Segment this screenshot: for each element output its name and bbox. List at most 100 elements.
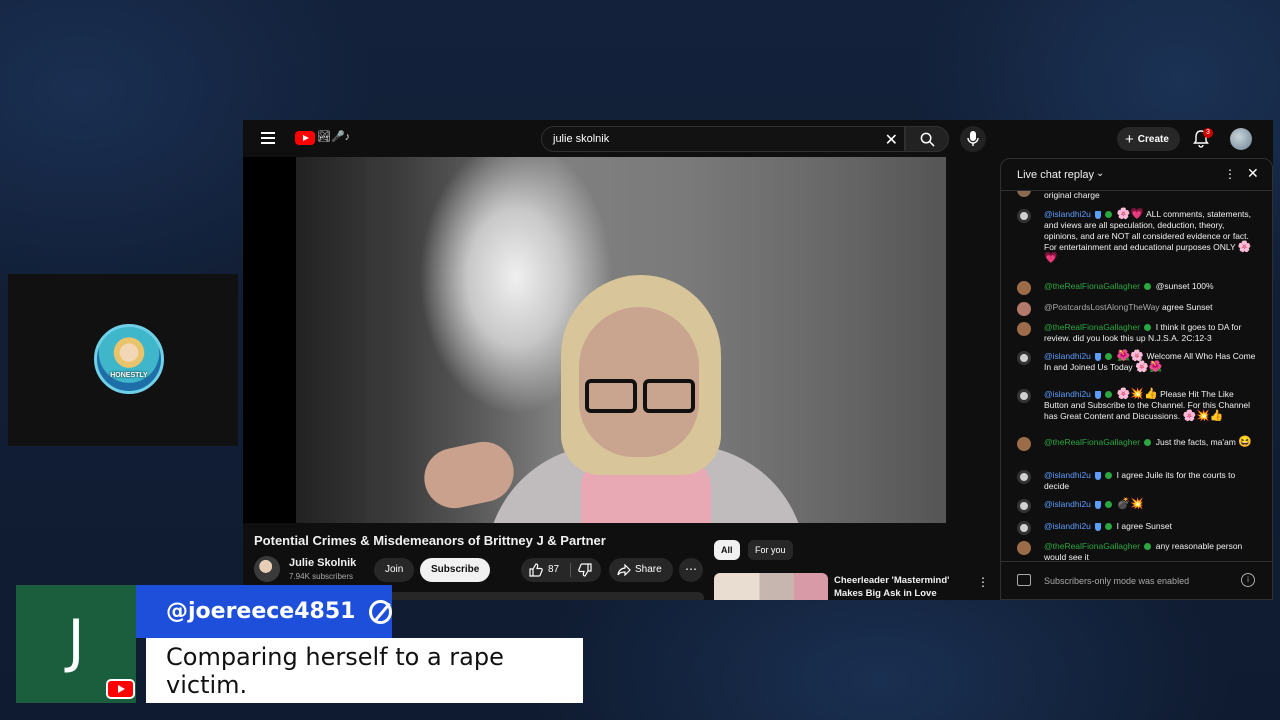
youtube-play-icon (106, 679, 135, 699)
chat-header: Live chat replay ⌄ ⋮ ✕ (1001, 159, 1272, 191)
voice-search-button[interactable] (960, 126, 986, 152)
search-input[interactable]: julie skolnik ✕ (541, 126, 905, 152)
chat-author[interactable]: @islandhi2u (1044, 499, 1091, 509)
create-label: Create (1137, 133, 1169, 145)
flower-emoji-icon: 🌸💗 (1116, 208, 1145, 220)
subscribe-button[interactable]: Subscribe (420, 558, 491, 582)
like-count: 87 (548, 564, 560, 575)
member-badge-icon (1105, 391, 1113, 399)
moderator-icon (1095, 352, 1102, 361)
subscriber-count: 7.94K subscribers (289, 572, 354, 581)
member-badge-icon (1144, 283, 1152, 291)
top-bar: 🏞🎤♪ julie skolnik ✕ + Create 3 (243, 120, 1273, 158)
join-button[interactable]: Join (374, 558, 415, 582)
member-badge-icon (1144, 324, 1152, 332)
chat-message-body: @theRealFionaGallagher I think it goes t… (1044, 322, 1259, 344)
plus-icon: + (1125, 130, 1134, 148)
chip-all[interactable]: All (714, 540, 740, 560)
youtube-logo-icon[interactable] (295, 131, 315, 145)
recommended-video-title[interactable]: Cheerleader 'Mastermind' Makes Big Ask i… (834, 574, 974, 600)
chat-message-body: @theRealFionaGallagher @sunset 100% (1044, 281, 1259, 292)
recommended-video-thumbnail[interactable] (714, 573, 828, 600)
share-button[interactable]: Share (609, 558, 673, 582)
chat-author[interactable]: @islandhi2u (1044, 389, 1091, 399)
video-curtain (296, 157, 366, 523)
chat-message-body: @islandhi2u 🌸💥👍 Please Hit The Like Butt… (1044, 389, 1259, 422)
chat-message-body: @islandhi2u I agree Sunset (1044, 521, 1259, 532)
chat-author[interactable]: @PostcardsLostAlongTheWay (1044, 302, 1160, 312)
chat-text: agree Sunset (1161, 302, 1213, 312)
chat-author[interactable]: @theRealFionaGallagher (1044, 322, 1140, 332)
thumbs-up-emoji-icon: 🌸💥👍 (1182, 410, 1224, 422)
search-button[interactable] (905, 126, 949, 152)
chevron-down-icon[interactable]: ⌄ (1096, 168, 1104, 179)
highlighted-comment-text: Comparing herself to a rape victim. (166, 642, 504, 699)
search-input-value: julie skolnik (553, 133, 610, 145)
microphone-icon (967, 131, 979, 146)
chat-avatar (1017, 322, 1031, 336)
chat-avatar (1017, 191, 1031, 197)
video-player[interactable] (296, 157, 946, 523)
chat-author[interactable]: @islandhi2u (1044, 351, 1091, 361)
menu-icon[interactable] (261, 132, 275, 144)
chat-options-icon[interactable]: ⋮ (1224, 167, 1236, 181)
chat-author[interactable]: @theRealFionaGallagher (1044, 437, 1140, 447)
video-letterbox (243, 157, 296, 523)
stream-logo-box: HONESTLY (8, 274, 238, 446)
chat-avatar (1017, 302, 1031, 316)
chat-author[interactable]: @islandhi2u (1044, 209, 1091, 219)
chat-avatar (1017, 521, 1031, 535)
presenter-glasses (581, 379, 699, 415)
chat-author[interactable]: @islandhi2u (1044, 470, 1091, 480)
recommended-more-icon[interactable]: ⋮ (977, 575, 989, 589)
channel-logo-text: HONESTLY (110, 372, 148, 379)
more-actions-icon[interactable]: ⋯ (679, 558, 703, 582)
thumbs-up-emoji-icon: 🌸💥👍 (1116, 388, 1158, 400)
chat-title[interactable]: Live chat replay (1017, 169, 1094, 181)
thumbs-up-icon[interactable] (529, 563, 543, 577)
chat-avatar (1017, 389, 1031, 403)
chat-footer: Subscribers-only mode was enabled i (1001, 561, 1272, 599)
close-icon[interactable]: ✕ (1247, 165, 1259, 182)
moderator-icon (1095, 522, 1102, 531)
chat-messages[interactable]: original charge @islandhi2u 🌸💗 ALL comme… (1001, 191, 1272, 561)
chat-footer-text: Subscribers-only mode was enabled (1044, 576, 1190, 586)
chat-avatar (1017, 281, 1031, 295)
chat-avatar (1017, 499, 1031, 513)
commenter-username: @joereece4851 (166, 599, 356, 624)
moderator-icon (1095, 210, 1102, 219)
chat-author[interactable]: @theRealFionaGallagher (1044, 541, 1140, 551)
thumbs-down-icon[interactable] (578, 563, 592, 577)
chat-text: @sunset 100% (1155, 281, 1214, 291)
create-button[interactable]: + Create (1117, 127, 1180, 151)
channel-name[interactable]: Julie Skolnik (289, 557, 356, 569)
chat-avatar (1017, 470, 1031, 484)
youtube-window: 🏞🎤♪ julie skolnik ✕ + Create 3 Potential… (243, 120, 1273, 600)
ban-icon (369, 599, 392, 624)
bomb-emoji-icon: 💣💥 (1116, 498, 1145, 510)
chip-for-you[interactable]: For you (748, 540, 793, 560)
chat-author[interactable]: @theRealFionaGallagher (1044, 281, 1140, 291)
moderator-icon (1095, 471, 1102, 480)
chat-text: Just the facts, ma'am (1155, 437, 1236, 447)
video-title: Potential Crimes & Misdemeanors of Britt… (254, 533, 606, 548)
chat-avatar (1017, 351, 1031, 365)
share-label: Share (635, 564, 662, 575)
chat-mode-icon (1017, 574, 1031, 586)
clear-search-icon[interactable]: ✕ (885, 130, 898, 150)
channel-logo: HONESTLY (94, 324, 164, 394)
channel-avatar[interactable] (254, 556, 280, 582)
account-avatar[interactable] (1230, 128, 1252, 150)
doodle-logo-icon[interactable]: 🏞🎤♪ (317, 130, 350, 143)
chat-message-body: @islandhi2u 💣💥 (1044, 499, 1259, 510)
live-chat-panel: Live chat replay ⌄ ⋮ ✕ original charge @… (1000, 158, 1273, 600)
chat-author[interactable]: @islandhi2u (1044, 521, 1091, 531)
grinning-emoji-icon: 😆 (1238, 436, 1252, 448)
member-badge-icon (1105, 353, 1113, 361)
chat-message-body: @theRealFionaGallagher Just the facts, m… (1044, 437, 1259, 448)
chat-message-body: @theRealFionaGallagher any reasonable pe… (1044, 541, 1259, 561)
chat-avatar (1017, 437, 1031, 451)
highlighted-comment: Comparing herself to a rape victim. (146, 638, 583, 703)
info-icon[interactable]: i (1241, 573, 1255, 587)
member-badge-icon (1144, 439, 1152, 447)
